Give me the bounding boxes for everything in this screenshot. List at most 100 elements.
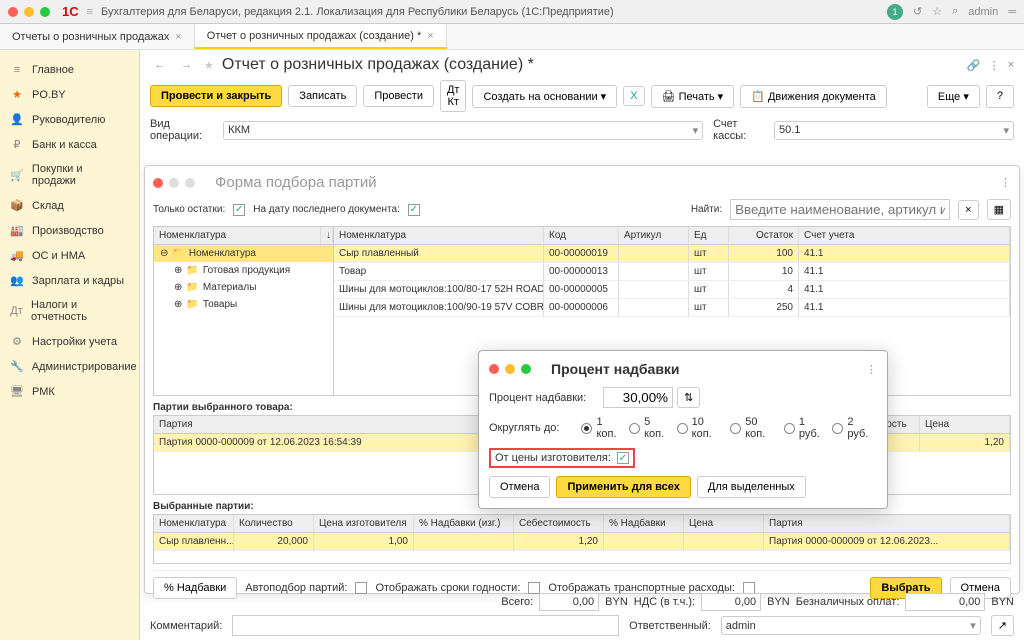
sidebar-item-poby[interactable]: ★PO.BY — [4, 82, 135, 107]
round-50kop-radio[interactable] — [730, 423, 741, 434]
col[interactable]: % Надбавки — [604, 515, 684, 532]
sidebar-item-label: ОС и НМА — [32, 250, 85, 262]
tab-report-create[interactable]: Отчет о розничных продажах (создание) * … — [195, 24, 447, 49]
sidebar-item-rmk[interactable]: 🖥РМК — [4, 379, 135, 404]
post-button[interactable]: Провести — [363, 85, 434, 107]
filter-ostatki-checkbox[interactable] — [233, 204, 245, 216]
more-button[interactable]: Еще ▾ — [927, 85, 980, 108]
dt-kt-icon[interactable]: ДтКт — [440, 80, 467, 112]
save-button[interactable]: Записать — [288, 85, 357, 107]
filter-lastdoc-checkbox[interactable] — [408, 204, 420, 216]
cancel-button[interactable]: Отмена — [489, 476, 550, 498]
settings-icon[interactable]: ═ — [1008, 6, 1016, 18]
table-row[interactable]: Сыр плавленный00-00000019шт10041.1 — [334, 245, 1010, 263]
table-row[interactable]: Шины для мотоциклов:100/90-19 57V COBRA … — [334, 299, 1010, 317]
favorite-icon[interactable]: ★ — [204, 59, 214, 72]
menu-icon[interactable]: ≡ — [87, 6, 93, 18]
movements-button[interactable]: 📋 Движения документа — [740, 85, 887, 108]
modal-close[interactable] — [153, 178, 163, 188]
tab-reports-list[interactable]: Отчеты о розничных продажах × — [0, 24, 195, 49]
close-icon[interactable]: × — [1008, 59, 1014, 72]
excel-icon[interactable]: X — [623, 86, 644, 106]
table-row[interactable]: Товар00-00000013шт1041.1 — [334, 263, 1010, 281]
close-icon[interactable]: × — [175, 31, 181, 43]
more-icon[interactable]: ⋮ — [1000, 176, 1011, 189]
window-close[interactable] — [8, 7, 18, 17]
percent-input[interactable] — [603, 387, 673, 408]
nav-forward-icon[interactable]: → — [177, 57, 196, 73]
window-maximize[interactable] — [40, 7, 50, 17]
link-icon[interactable]: 🔗 — [967, 59, 981, 72]
apply-selected-button[interactable]: Для выделенных — [697, 476, 806, 498]
col-unit[interactable]: Ед — [689, 227, 729, 244]
responsible-select[interactable]: admin ▾ — [721, 616, 981, 635]
round-2rub-radio[interactable] — [832, 423, 843, 434]
more-icon[interactable]: ⋮ — [989, 59, 1000, 72]
print-button[interactable]: 🖨 Печать ▾ — [651, 85, 735, 108]
modal-max[interactable] — [521, 364, 531, 374]
window-minimize[interactable] — [24, 7, 34, 17]
comment-input[interactable] — [232, 615, 619, 636]
sidebar-item-taxes[interactable]: ДтНалоги и отчетность — [4, 293, 135, 329]
sidebar-item-sales[interactable]: 🛒Покупки и продажи — [4, 157, 135, 193]
col-name[interactable]: Номенклатура — [334, 227, 544, 244]
sidebar-item-main[interactable]: ≡Главное — [4, 58, 135, 82]
round-1kop-radio[interactable] — [581, 423, 592, 434]
round-5kop-radio[interactable] — [629, 423, 640, 434]
col[interactable]: Цена — [684, 515, 764, 532]
notifications-icon[interactable]: 1 — [887, 4, 903, 20]
modal-min[interactable] — [505, 364, 515, 374]
sidebar-item-production[interactable]: 🏭Производство — [4, 218, 135, 243]
col[interactable]: % Надбавки (изг.) — [414, 515, 514, 532]
open-icon[interactable]: ↗ — [991, 615, 1014, 636]
col-price[interactable]: Цена — [920, 416, 1010, 433]
cell: шт — [689, 299, 729, 316]
col-acc[interactable]: Счет учета — [799, 227, 1010, 244]
help-button[interactable]: ? — [986, 85, 1014, 108]
sidebar-item-admin[interactable]: 🔧Администрирование — [4, 354, 135, 379]
col-art[interactable]: Артикул — [619, 227, 689, 244]
sidebar-item-warehouse[interactable]: 📦Склад — [4, 193, 135, 218]
sidebar-item-settings[interactable]: ⚙Настройки учета — [4, 329, 135, 354]
more-icon[interactable]: ⋮ — [866, 363, 877, 376]
col[interactable]: Партия — [764, 515, 1010, 532]
col[interactable]: Количество — [234, 515, 314, 532]
tree-node[interactable]: ⊕📁Материалы — [154, 279, 333, 296]
favorite-icon[interactable]: ☆ — [932, 5, 942, 18]
col[interactable]: Цена изготовителя — [314, 515, 414, 532]
barcode-icon[interactable]: ▦ — [987, 199, 1011, 220]
sort-icon[interactable]: ↓ — [321, 227, 333, 244]
nav-back-icon[interactable]: ← — [150, 57, 169, 73]
tree-node-root[interactable]: ⊖📁Номенклатура — [154, 245, 333, 262]
col[interactable]: Себестоимость — [514, 515, 604, 532]
sidebar-item-manager[interactable]: 👤Руководителю — [4, 107, 135, 132]
tree-node[interactable]: ⊕📁Готовая продукция — [154, 262, 333, 279]
modal-close[interactable] — [489, 364, 499, 374]
tree-node[interactable]: ⊕📁Товары — [154, 296, 333, 313]
operation-type-select[interactable]: ККМ ▾ — [223, 121, 703, 140]
clear-search-icon[interactable]: × — [958, 200, 978, 220]
apply-all-button[interactable]: Применить для всех — [556, 476, 690, 498]
sidebar-item-label: Руководителю — [32, 114, 105, 126]
stepper-icon[interactable]: ⇅ — [677, 387, 700, 408]
sidebar-item-assets[interactable]: 🚚ОС и НМА — [4, 243, 135, 268]
folder-icon: 📁 — [186, 265, 198, 276]
round-10kop-radio[interactable] — [677, 423, 688, 434]
cash-account-select[interactable]: 50.1 ▾ — [774, 121, 1014, 140]
search-icon[interactable]: ⌕ — [952, 5, 958, 18]
col-code[interactable]: Код — [544, 227, 619, 244]
search-input[interactable] — [730, 199, 950, 220]
user-label[interactable]: admin — [968, 6, 998, 18]
post-close-button[interactable]: Провести и закрыть — [150, 85, 282, 107]
col-qty[interactable]: Остаток — [729, 227, 799, 244]
round-1rub-radio[interactable] — [784, 423, 795, 434]
table-row[interactable]: Шины для мотоциклов:100/80-17 52H ROADRI… — [334, 281, 1010, 299]
table-row[interactable]: Сыр плавленн... 20,000 1,00 1,20 Партия … — [154, 533, 1010, 551]
close-icon[interactable]: × — [427, 30, 433, 42]
sidebar-item-bank[interactable]: ₽Банк и касса — [4, 132, 135, 157]
sidebar-item-salary[interactable]: 👥Зарплата и кадры — [4, 268, 135, 293]
col[interactable]: Номенклатура — [154, 515, 234, 532]
history-icon[interactable]: ↺ — [913, 5, 922, 18]
create-based-button[interactable]: Создать на основании ▾ — [472, 85, 617, 108]
from-price-checkbox[interactable] — [617, 452, 629, 464]
